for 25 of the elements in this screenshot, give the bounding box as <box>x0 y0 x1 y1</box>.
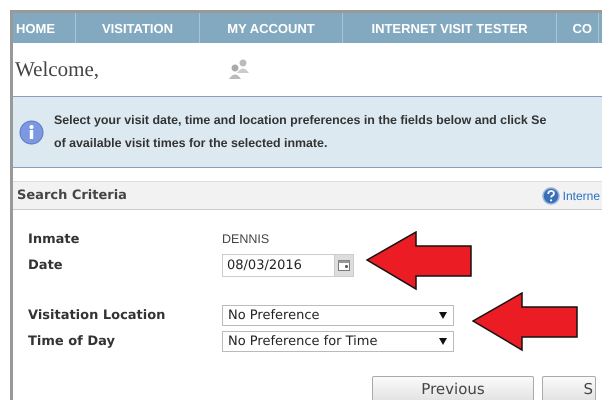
calendar-icon[interactable] <box>338 260 350 270</box>
help-link[interactable]: Interne <box>562 188 600 202</box>
nav-tab[interactable]: CO <box>557 13 599 43</box>
field-label: Time of Day <box>28 332 116 350</box>
info-icon <box>19 120 44 144</box>
dropdown[interactable]: No Preference <box>222 304 454 326</box>
welcome-text: Welcome, <box>15 56 100 82</box>
dropdown-caret-icon <box>439 338 447 344</box>
dropdown-caret-icon <box>439 312 447 318</box>
field-label: Inmate <box>28 230 80 248</box>
field-label: Date <box>28 256 64 274</box>
nav-tab[interactable]: VISITATION <box>76 13 200 43</box>
date-field[interactable]: 08/03/2016 <box>222 254 354 276</box>
people-icon <box>227 57 251 81</box>
nav-tab[interactable]: HOME <box>13 13 76 43</box>
help-icon[interactable] <box>542 186 560 204</box>
section-title: Search Criteria <box>17 188 127 203</box>
nav-tab[interactable]: INTERNET VISIT TESTER <box>343 13 557 43</box>
dropdown[interactable]: No Preference for Time <box>222 330 454 352</box>
info-message: Select your visit date, time and location preferences in the fields below and click Se of available visit times for the selected inmate. <box>54 112 546 152</box>
inmate-name: DENNIS <box>222 232 270 246</box>
nav-tab[interactable]: MY ACCOUNT <box>200 13 343 43</box>
previous-button[interactable]: Previous <box>372 376 534 400</box>
field-label: Visitation Location <box>28 306 166 324</box>
next-button[interactable]: S <box>542 376 596 400</box>
